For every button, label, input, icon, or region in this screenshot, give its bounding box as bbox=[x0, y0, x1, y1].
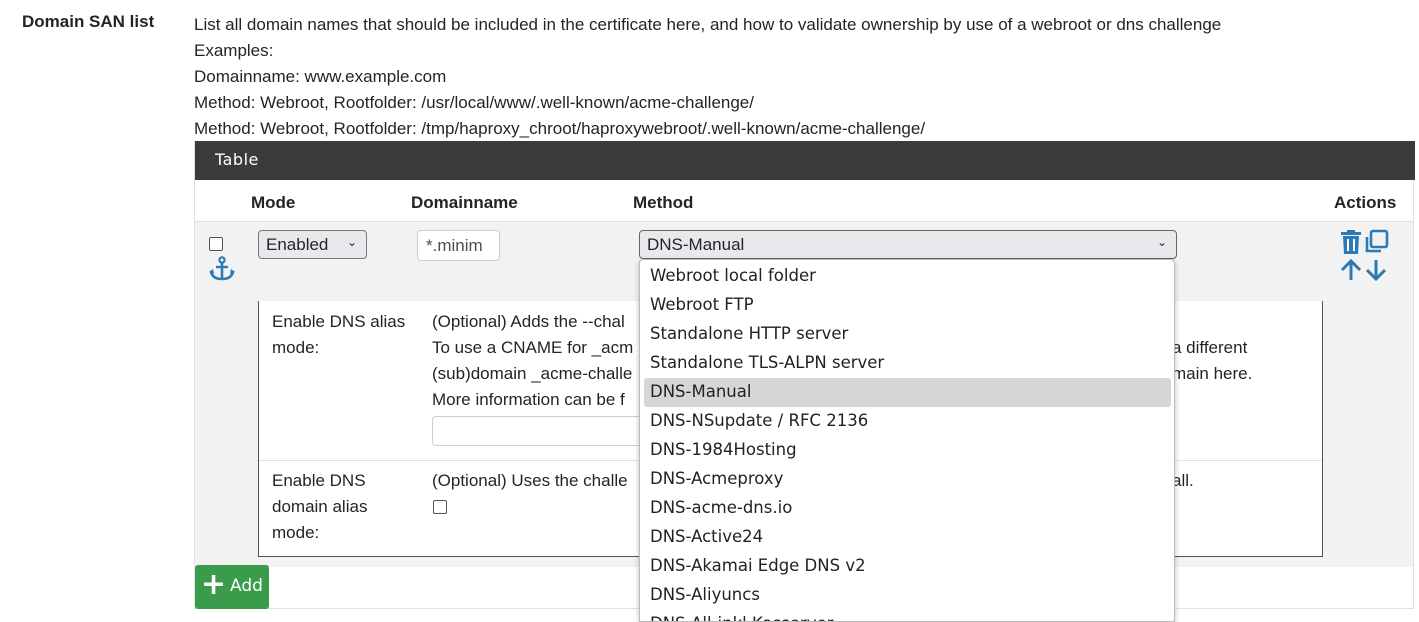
dns-domain-alias-description: (Optional) Uses the challe bbox=[432, 471, 628, 490]
dns-alias-label-line: mode: bbox=[272, 338, 320, 357]
dns-alias-description-line: (Optional) Adds the --chal bbox=[432, 312, 625, 331]
dns-alias-description-line: a different bbox=[1172, 338, 1248, 357]
add-button-label: Add bbox=[230, 576, 263, 596]
plus-icon: + bbox=[201, 567, 227, 602]
help-text: List all domain names that should be inc… bbox=[194, 12, 1221, 142]
arrow-down-icon[interactable] bbox=[1365, 258, 1387, 287]
domainname-input[interactable]: *.minim bbox=[417, 230, 500, 261]
add-button[interactable]: + Add bbox=[195, 565, 269, 609]
dns-alias-description-line: To use a CNAME for _acm bbox=[432, 338, 634, 357]
method-select[interactable]: DNS-Manual ⌄ bbox=[639, 230, 1177, 259]
method-option[interactable]: DNS-1984Hosting bbox=[644, 436, 1171, 465]
method-option[interactable]: Standalone HTTP server bbox=[644, 320, 1171, 349]
method-option[interactable]: DNS-acme-dns.io bbox=[644, 494, 1171, 523]
column-header-actions: Actions bbox=[1334, 193, 1397, 212]
help-line: Examples: bbox=[194, 41, 274, 60]
chevron-down-icon: ⌄ bbox=[346, 235, 357, 249]
dns-alias-description-line: (sub)domain _acme-challe bbox=[432, 364, 633, 383]
help-line: Method: Webroot, Rootfolder: /tmp/haprox… bbox=[194, 119, 926, 138]
dns-domain-alias-label: Enable DNS domain alias mode: bbox=[272, 468, 367, 546]
method-option[interactable]: DNS-All-inkl Kasserver bbox=[644, 610, 1171, 621]
dns-domain-alias-checkbox[interactable] bbox=[433, 500, 447, 514]
method-option[interactable]: Webroot FTP bbox=[644, 291, 1171, 320]
dns-alias-description-line: main here. bbox=[1172, 364, 1253, 383]
dns-domain-alias-label-line: mode: bbox=[272, 523, 320, 542]
trash-icon[interactable] bbox=[1340, 230, 1362, 259]
method-select-value: DNS-Manual bbox=[647, 235, 745, 254]
method-option[interactable]: DNS-NSupdate / RFC 2136 bbox=[644, 407, 1171, 436]
help-line: List all domain names that should be inc… bbox=[194, 15, 1222, 34]
method-option[interactable]: DNS-Acmeproxy bbox=[644, 465, 1171, 494]
help-line: Domainname: www.example.com bbox=[194, 67, 447, 86]
arrow-up-icon[interactable] bbox=[1340, 258, 1362, 287]
column-header-domainname: Domainname bbox=[411, 193, 518, 212]
method-option[interactable]: DNS-Akamai Edge DNS v2 bbox=[644, 552, 1171, 581]
dns-alias-description-line: More information can be f bbox=[432, 390, 625, 409]
mode-select-value: Enabled bbox=[266, 235, 329, 254]
dns-domain-alias-label-line: domain alias bbox=[272, 497, 368, 516]
dns-domain-alias-description-tail: all. bbox=[1172, 471, 1194, 490]
method-option[interactable]: DNS-Active24 bbox=[644, 523, 1171, 552]
anchor-icon[interactable] bbox=[208, 256, 236, 287]
help-line: Method: Webroot, Rootfolder: /usr/local/… bbox=[194, 93, 754, 112]
method-option-selected[interactable]: DNS-Manual bbox=[644, 378, 1171, 407]
method-option[interactable]: Webroot local folder bbox=[644, 262, 1171, 291]
chevron-down-icon: ⌄ bbox=[1156, 235, 1167, 249]
dns-alias-description: (Optional) Adds the --chal To use a CNAM… bbox=[432, 309, 633, 413]
method-dropdown-list: Webroot local folder Webroot FTP Standal… bbox=[639, 259, 1175, 622]
dns-alias-label-line: Enable DNS alias bbox=[272, 312, 406, 331]
dns-domain-alias-label-line: Enable DNS bbox=[272, 471, 366, 490]
column-header-method: Method bbox=[633, 193, 694, 212]
row-select-checkbox[interactable] bbox=[209, 237, 223, 251]
dns-alias-input[interactable] bbox=[432, 416, 652, 446]
dns-alias-description-tail: a different main here. bbox=[1172, 335, 1252, 387]
column-header-mode: Mode bbox=[251, 193, 296, 212]
method-option[interactable]: DNS-Aliyuncs bbox=[644, 581, 1171, 610]
table-heading: Table bbox=[195, 141, 1415, 180]
dns-alias-label: Enable DNS alias mode: bbox=[272, 309, 405, 361]
method-option[interactable]: Standalone TLS-ALPN server bbox=[644, 349, 1171, 378]
mode-select[interactable]: Enabled ⌄ bbox=[258, 230, 367, 259]
field-label: Domain SAN list bbox=[22, 12, 155, 31]
copy-icon[interactable] bbox=[1363, 229, 1389, 260]
